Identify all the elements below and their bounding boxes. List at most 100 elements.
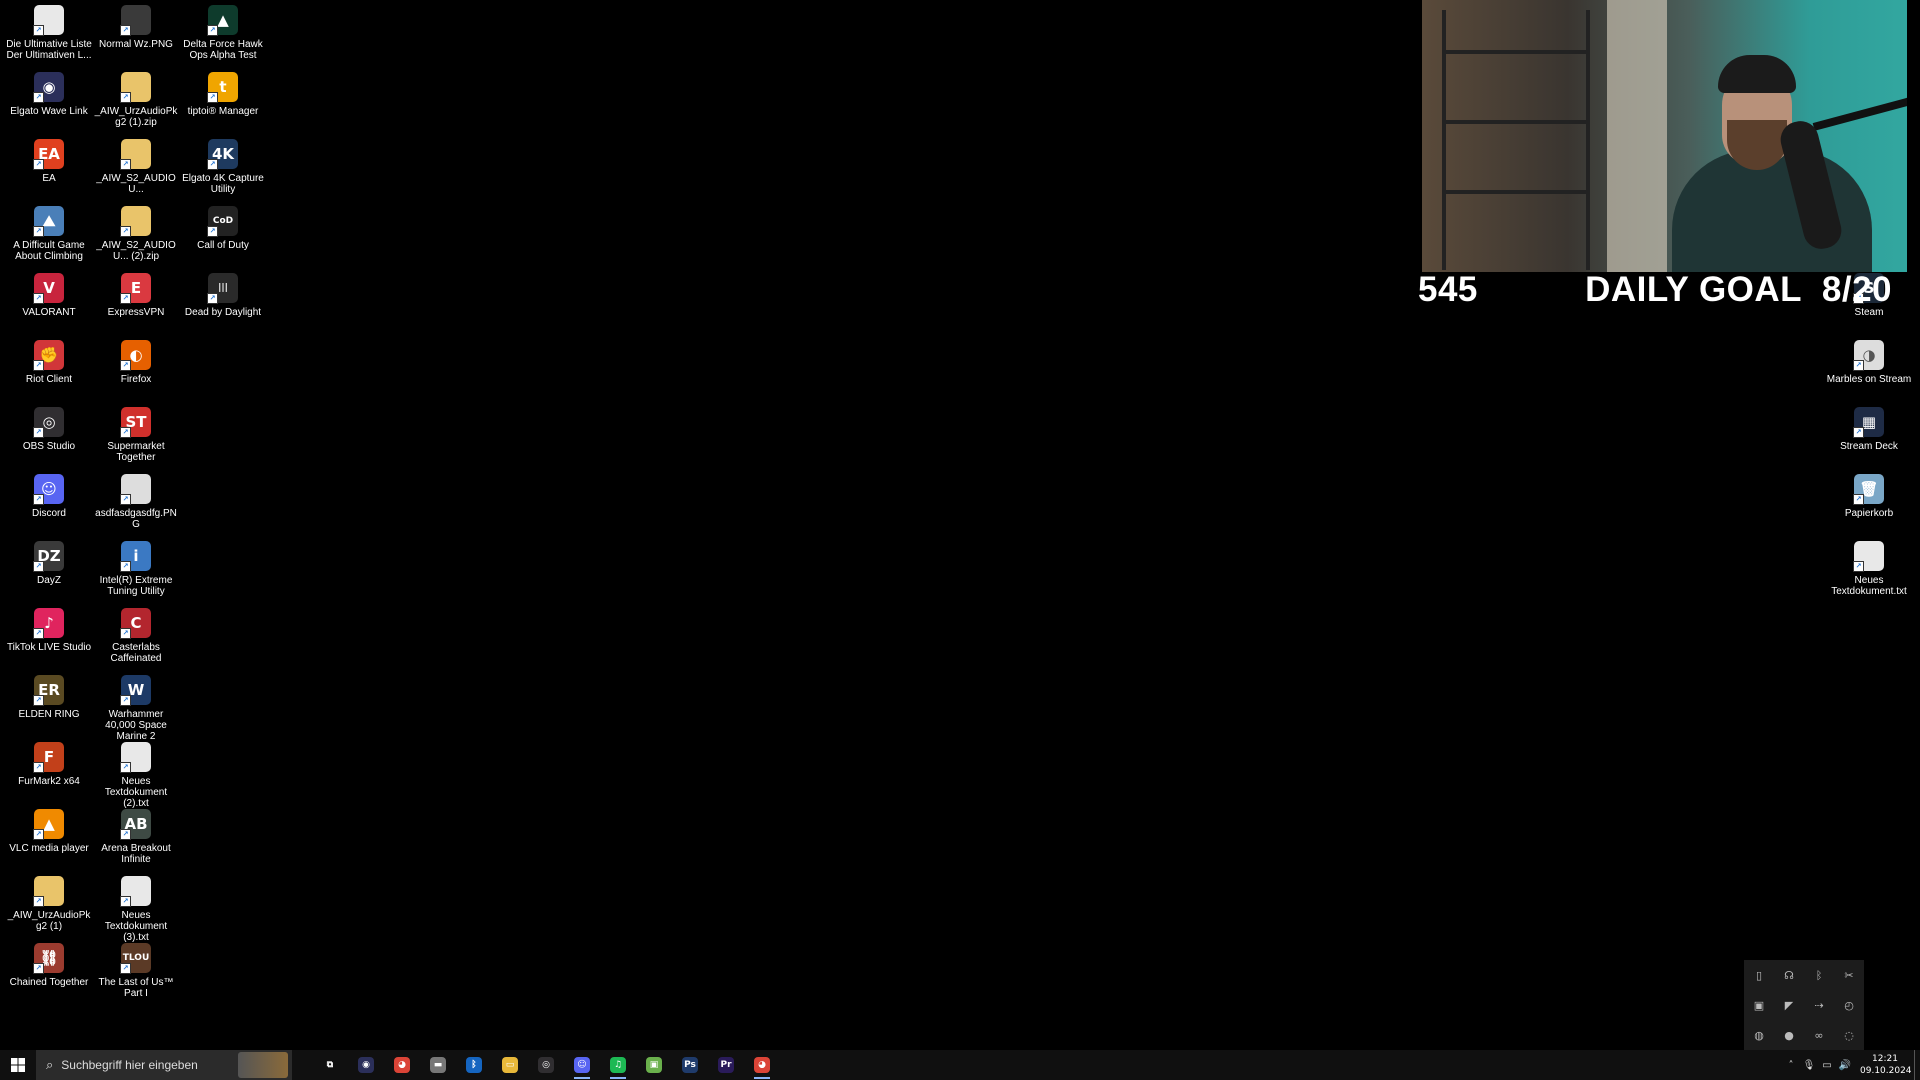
- webcam-mic-arm: [1812, 97, 1907, 131]
- system-tray-icon[interactable]: ▭: [1818, 1060, 1836, 1071]
- desktop-icon[interactable]: 4K ↗ Elgato 4K Capture Utility: [180, 139, 266, 195]
- clock-date: 09.10.2024: [1860, 1066, 1912, 1076]
- desktop-icon-label: Dead by Daylight: [184, 307, 262, 318]
- tray-app-icon[interactable]: ◴: [1834, 990, 1864, 1020]
- taskbar-app-button[interactable]: Pr: [708, 1050, 744, 1080]
- spotify-icon: ♫: [610, 1057, 626, 1073]
- show-desktop-button[interactable]: [1914, 1050, 1920, 1080]
- desktop-icon[interactable]: ↗ Normal Wz.PNG: [93, 5, 179, 50]
- desktop-icon[interactable]: ↗ Die Ultimative Liste Der Ultimativen L.…: [6, 5, 92, 61]
- desktop-icon[interactable]: ER ↗ ELDEN RING: [6, 675, 92, 720]
- chrome-icon: ◕: [394, 1057, 410, 1073]
- search-highlight-image: [238, 1052, 288, 1078]
- desktop-icon[interactable]: CoD ↗ Call of Duty: [180, 206, 266, 251]
- desktop-icon-label: Papierkorb: [1844, 508, 1894, 519]
- tray-app-icon[interactable]: ◍: [1744, 1020, 1774, 1050]
- desktop-icon[interactable]: ▦ ↗ Stream Deck: [1826, 407, 1912, 452]
- desktop-icon[interactable]: ↗ Neues Textdokument.txt: [1826, 541, 1912, 597]
- taskbar-app-button[interactable]: ▬: [420, 1050, 456, 1080]
- shortcut-arrow-icon: ↗: [120, 829, 131, 840]
- desktop-icon[interactable]: ||| ↗ Dead by Daylight: [180, 273, 266, 318]
- desktop-icon[interactable]: TLOU ↗ The Last of Us™ Part I: [93, 943, 179, 999]
- desktop-icon[interactable]: 🗑 ↗ Papierkorb: [1826, 474, 1912, 519]
- desktop-icon[interactable]: C ↗ Casterlabs Caffeinated: [93, 608, 179, 664]
- desktop-icon[interactable]: DZ ↗ DayZ: [6, 541, 92, 586]
- desktop-icon[interactable]: ✊ ↗ Riot Client: [6, 340, 92, 385]
- desktop-icon[interactable]: ◉ ↗ Elgato Wave Link: [6, 72, 92, 117]
- start-button[interactable]: [0, 1050, 36, 1080]
- desktop-icon[interactable]: ↗ _AIW_UrzAudioPkg2 (1).zip: [93, 72, 179, 128]
- tray-app-icon[interactable]: ▯: [1744, 960, 1774, 990]
- desktop-icon[interactable]: ☺ ↗ Discord: [6, 474, 92, 519]
- system-tray-icon[interactable]: 🔊: [1836, 1060, 1854, 1071]
- desktop-icon[interactable]: ↗ _AIW_S2_AUDIOU... (2).zip: [93, 206, 179, 262]
- desktop-icon[interactable]: ♪ ↗ TikTok LIVE Studio: [6, 608, 92, 653]
- tray-app-icon[interactable]: ᛒ: [1804, 960, 1834, 990]
- desktop-icon[interactable]: ▲ ↗ Delta Force Hawk Ops Alpha Test: [180, 5, 266, 61]
- desktop-icon[interactable]: ↗ _AIW_UrzAudioPkg2 (1): [6, 876, 92, 932]
- tray-app-icon[interactable]: ●: [1774, 1020, 1804, 1050]
- taskbar-app-button[interactable]: ◎: [528, 1050, 564, 1080]
- taskbar-app-button[interactable]: ᛒ: [456, 1050, 492, 1080]
- taskbar-clock[interactable]: 12:21 09.10.2024: [1860, 1053, 1912, 1077]
- elgato-4k-icon: 4K ↗: [207, 139, 238, 170]
- taskbar-app-button[interactable]: ⧉: [312, 1050, 348, 1080]
- desktop-icon[interactable]: ◑ ↗ Marbles on Stream: [1826, 340, 1912, 385]
- taskbar-app-button[interactable]: ▭: [492, 1050, 528, 1080]
- desktop-icon[interactable]: ↗ Neues Textdokument (2).txt: [93, 742, 179, 809]
- desktop-icon[interactable]: ST ↗ Supermarket Together: [93, 407, 179, 463]
- tray-app-icon[interactable]: ◤: [1774, 990, 1804, 1020]
- shortcut-arrow-icon: ↗: [120, 561, 131, 572]
- taskbar-app-button[interactable]: Ps: [672, 1050, 708, 1080]
- taskbar-search-box[interactable]: ⌕ Suchbegriff hier eingeben: [36, 1050, 292, 1080]
- desktop-icon[interactable]: E ↗ ExpressVPN: [93, 273, 179, 318]
- shortcut-arrow-icon: ↗: [120, 159, 131, 170]
- image-file-icon: ↗: [120, 474, 151, 505]
- dayz-icon: DZ ↗: [33, 541, 64, 572]
- desktop-icon[interactable]: ▲ ↗ VLC media player: [6, 809, 92, 854]
- desktop-icon[interactable]: ◎ ↗ OBS Studio: [6, 407, 92, 452]
- taskbar-app-button[interactable]: ♫: [600, 1050, 636, 1080]
- tray-app-icon[interactable]: ✂: [1834, 960, 1864, 990]
- system-tray-icon[interactable]: ˄: [1782, 1060, 1800, 1071]
- windows-logo-icon: [11, 1058, 25, 1072]
- elden-ring-icon: ER ↗: [33, 675, 64, 706]
- taskbar-app-button[interactable]: ◉: [348, 1050, 384, 1080]
- tray-app-icon[interactable]: ▣: [1744, 990, 1774, 1020]
- desktop-icon-label: Normal Wz.PNG: [99, 39, 173, 50]
- taskbar-app-button[interactable]: ☺: [564, 1050, 600, 1080]
- desktop-icon[interactable]: ↗ _AIW_S2_AUDIOU...: [93, 139, 179, 195]
- shortcut-arrow-icon: ↗: [33, 293, 44, 304]
- tray-app-icon[interactable]: ☊: [1774, 960, 1804, 990]
- premiere-icon: Pr: [718, 1057, 734, 1073]
- desktop-icon[interactable]: t ↗ tiptoi® Manager: [180, 72, 266, 117]
- desktop-icon[interactable]: ⛓ ↗ Chained Together: [6, 943, 92, 988]
- tray-overflow-popup: ▯ ☊ ᛒ ✂ ▣ ◤ ⇢ ◴ ◍ ● ∞ ◌: [1744, 960, 1864, 1050]
- vlc-icon: ▲ ↗: [33, 809, 64, 840]
- taskbar-app-button[interactable]: ◕: [744, 1050, 780, 1080]
- desktop-icon-label: Arena Breakout Infinite: [101, 843, 171, 865]
- desktop-icon-label: DayZ: [37, 575, 61, 586]
- desktop-icon[interactable]: F ↗ FurMark2 x64: [6, 742, 92, 787]
- tray-app-icon[interactable]: ⇢: [1804, 990, 1834, 1020]
- desktop-icon-label: Supermarket Together: [107, 441, 165, 463]
- desktop-icon[interactable]: W ↗ Warhammer 40,000 Space Marine 2: [93, 675, 179, 742]
- desktop-icon[interactable]: AB ↗ Arena Breakout Infinite: [93, 809, 179, 865]
- tray-app-icon[interactable]: ◌: [1834, 1020, 1864, 1050]
- desktop-icon[interactable]: i ↗ Intel(R) Extreme Tuning Utility: [93, 541, 179, 597]
- desktop-icon-label: _AIW_S2_AUDIOU... (2).zip: [96, 240, 176, 262]
- desktop-icon[interactable]: ↗ asdfasdgasdfg.PNG: [93, 474, 179, 530]
- tray-icon-list: ˄ 🎙 ▭ 🔊: [1782, 1060, 1854, 1071]
- desktop-icon-label: Elgato 4K Capture Utility: [182, 173, 264, 195]
- desktop-icon[interactable]: ◐ ↗ Firefox: [93, 340, 179, 385]
- desktop-icon[interactable]: ↗ Neues Textdokument (3).txt: [93, 876, 179, 943]
- desktop-icon[interactable]: ⛰ ↗ A Difficult Game About Climbing: [6, 206, 92, 262]
- system-tray-icon[interactable]: 🎙: [1800, 1060, 1818, 1071]
- shortcut-arrow-icon: ↗: [120, 494, 131, 505]
- space-marine-icon: W ↗: [120, 675, 151, 706]
- desktop-icon[interactable]: EA ↗ EA: [6, 139, 92, 184]
- tray-app-icon[interactable]: ∞: [1804, 1020, 1834, 1050]
- taskbar-app-button[interactable]: ▣: [636, 1050, 672, 1080]
- desktop-icon[interactable]: V ↗ VALORANT: [6, 273, 92, 318]
- taskbar-app-button[interactable]: ◕: [384, 1050, 420, 1080]
